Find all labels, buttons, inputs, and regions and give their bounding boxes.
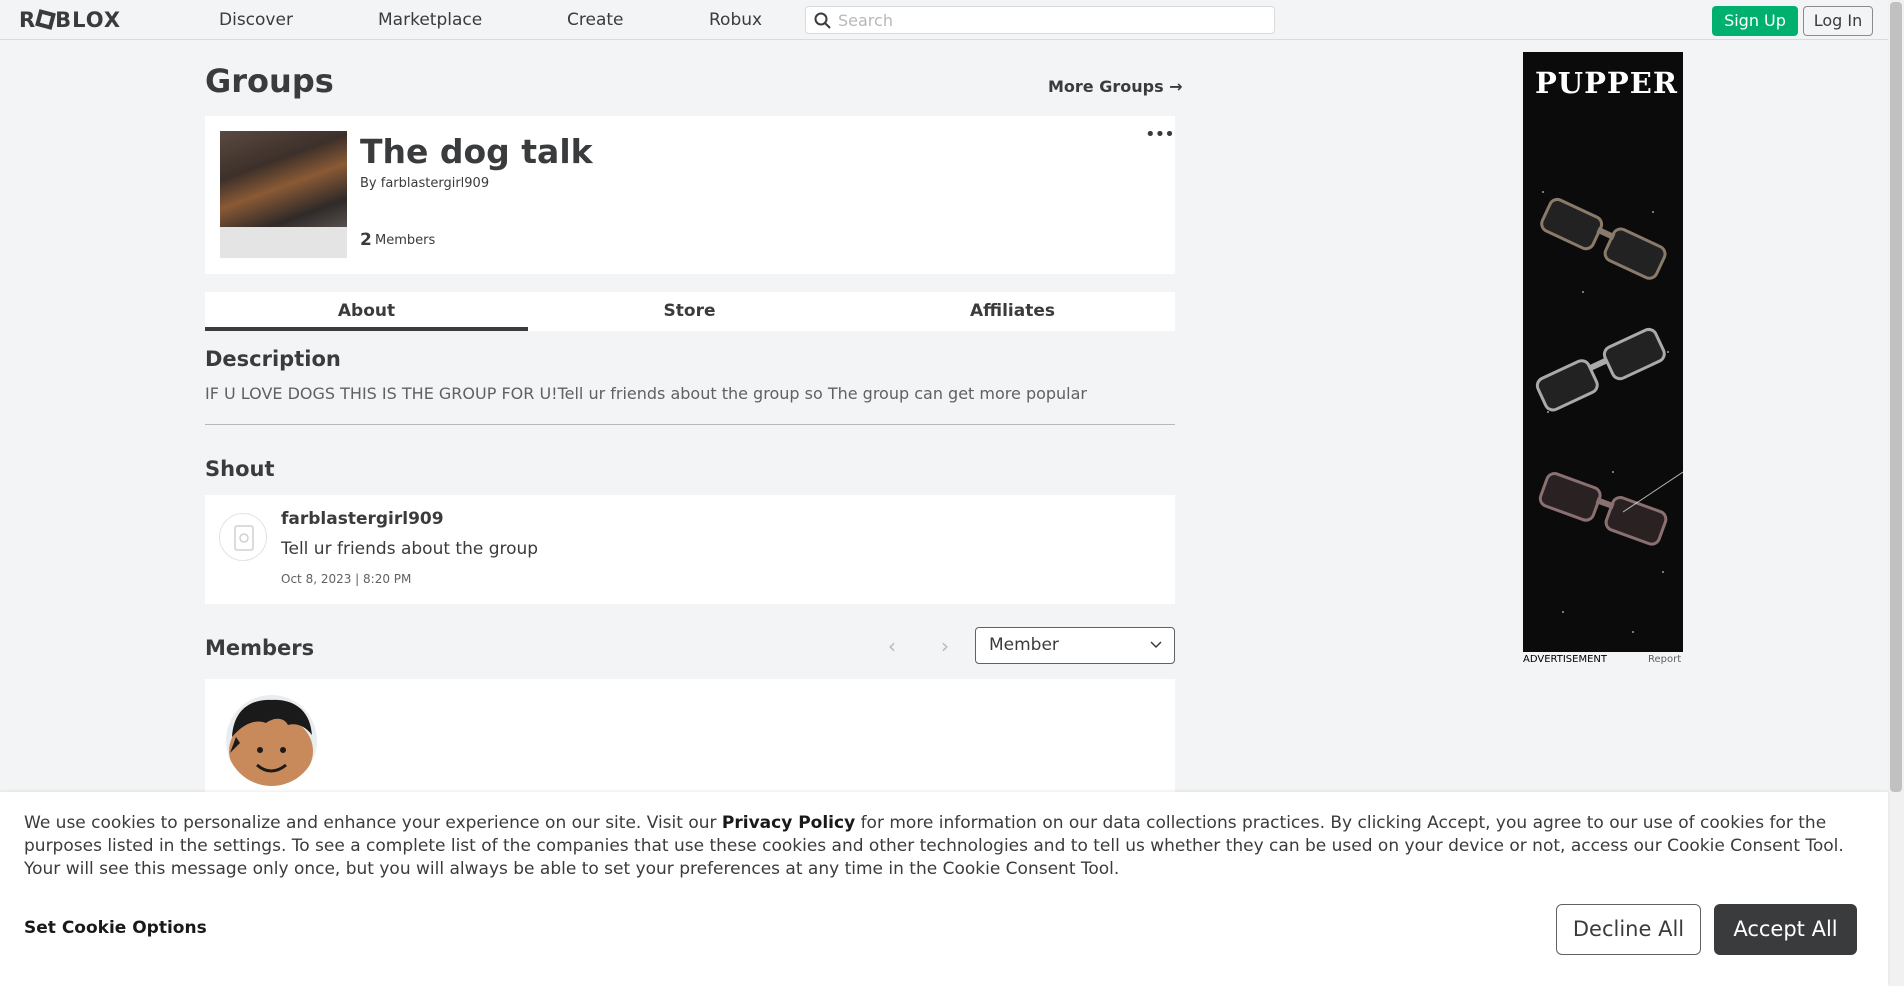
shout-author-link[interactable]: farblastergirl909 bbox=[281, 509, 444, 529]
nav-marketplace[interactable]: Marketplace bbox=[378, 10, 482, 30]
set-cookie-options-link[interactable]: Set Cookie Options bbox=[24, 918, 207, 938]
group-name: The dog talk bbox=[360, 132, 593, 171]
role-dropdown[interactable]: Member bbox=[975, 627, 1175, 664]
decline-all-button[interactable]: Decline All bbox=[1556, 904, 1701, 955]
dog-photo bbox=[220, 131, 347, 227]
member-count: 2 bbox=[360, 230, 372, 250]
nav-robux[interactable]: Robux bbox=[709, 10, 762, 30]
description-heading: Description bbox=[205, 347, 341, 371]
group-owner-link[interactable]: farblastergirl909 bbox=[381, 176, 489, 191]
cookie-text: We use cookies to personalize and enhanc… bbox=[24, 812, 1874, 881]
next-page-icon[interactable]: › bbox=[941, 634, 949, 658]
privacy-policy-link[interactable]: Privacy Policy bbox=[722, 813, 855, 833]
avatar-head-icon bbox=[229, 699, 313, 786]
group-emblem bbox=[220, 131, 347, 258]
more-groups-link[interactable]: More Groups → bbox=[1048, 77, 1183, 96]
chevron-down-icon bbox=[1150, 641, 1162, 649]
members-list bbox=[205, 679, 1175, 799]
nav-create[interactable]: Create bbox=[567, 10, 624, 30]
search-box[interactable] bbox=[805, 6, 1275, 34]
more-dots-icon[interactable]: ••• bbox=[1145, 124, 1175, 145]
advertisement-banner[interactable]: PUPPER bbox=[1523, 52, 1683, 652]
nav-discover[interactable]: Discover bbox=[219, 10, 293, 30]
shout-timestamp: Oct 8, 2023 | 8:20 PM bbox=[281, 572, 412, 586]
page-title: Groups bbox=[205, 62, 334, 100]
member-count-label: Members bbox=[375, 233, 436, 248]
shout-heading: Shout bbox=[205, 457, 275, 481]
cookie-text-intro: We use cookies to personalize and enhanc… bbox=[24, 813, 722, 833]
group-tabs: About Store Affiliates bbox=[205, 292, 1175, 331]
roblox-logo[interactable]: R BLOX bbox=[19, 8, 121, 32]
group-owner-line: By farblastergirl909 bbox=[360, 176, 489, 191]
ad-report-link[interactable]: Report bbox=[1648, 654, 1681, 665]
avatar[interactable] bbox=[219, 513, 267, 561]
sunglasses-image bbox=[1535, 191, 1683, 633]
tab-store[interactable]: Store bbox=[528, 292, 851, 331]
tab-about[interactable]: About bbox=[205, 292, 528, 331]
members-heading: Members bbox=[205, 636, 315, 660]
tab-affiliates[interactable]: Affiliates bbox=[851, 292, 1174, 331]
top-navigation-bar: R BLOX Discover Marketplace Create Robux … bbox=[0, 0, 1888, 40]
ad-label: ADVERTISEMENT bbox=[1523, 654, 1608, 665]
search-input[interactable] bbox=[838, 9, 1258, 31]
placeholder-avatar-icon bbox=[234, 525, 254, 551]
scrollbar-thumb[interactable] bbox=[1890, 2, 1902, 792]
by-label: By bbox=[360, 176, 377, 191]
member-avatar[interactable] bbox=[226, 695, 317, 786]
log-in-button[interactable]: Log In bbox=[1803, 6, 1873, 36]
divider bbox=[205, 424, 1175, 425]
shout-text: Tell ur friends about the group bbox=[281, 539, 539, 559]
group-header-card: The dog talk By farblastergirl909 2 Memb… bbox=[205, 116, 1175, 274]
sign-up-button[interactable]: Sign Up bbox=[1712, 6, 1798, 36]
search-icon bbox=[814, 12, 831, 29]
shout-card: farblastergirl909 Tell ur friends about … bbox=[205, 495, 1175, 604]
accept-all-button[interactable]: Accept All bbox=[1714, 904, 1857, 955]
previous-page-icon[interactable]: ‹ bbox=[888, 634, 896, 658]
role-dropdown-value: Member bbox=[989, 635, 1059, 655]
description-text: IF U LOVE DOGS THIS IS THE GROUP FOR U!T… bbox=[205, 384, 1088, 403]
cookie-banner: We use cookies to personalize and enhanc… bbox=[0, 792, 1888, 986]
